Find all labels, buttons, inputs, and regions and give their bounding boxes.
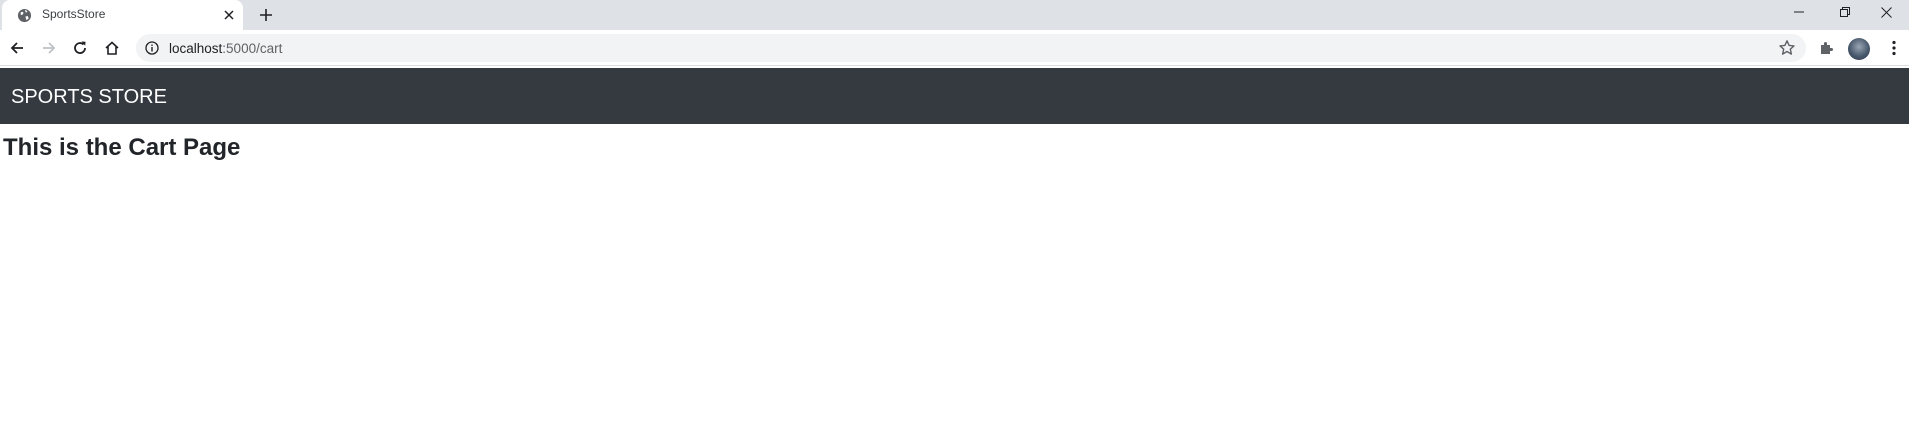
home-button[interactable] (100, 36, 124, 60)
minimize-button[interactable] (1776, 0, 1822, 24)
forward-arrow-icon (43, 42, 56, 54)
restore-button[interactable] (1822, 0, 1868, 24)
home-icon (105, 41, 119, 55)
back-arrow-icon (10, 42, 23, 54)
brand-link[interactable]: SPORTS STORE (11, 85, 167, 109)
forward-button[interactable] (37, 36, 61, 60)
star-icon[interactable] (1778, 39, 1796, 57)
tab-strip: SportsStore (0, 0, 1909, 30)
address-bar[interactable]: localhost:5000/cart (136, 34, 1806, 62)
back-button[interactable] (5, 36, 29, 60)
reload-icon (74, 41, 86, 54)
puzzle-icon[interactable] (1818, 39, 1836, 57)
restore-icon (1840, 7, 1850, 17)
info-icon[interactable] (145, 41, 159, 55)
reload-button[interactable] (68, 36, 92, 60)
close-window-button[interactable] (1863, 0, 1909, 24)
tab-title: SportsStore (42, 7, 106, 21)
url-text[interactable]: localhost:5000/cart (169, 40, 282, 57)
kebab-menu-icon[interactable] (1885, 39, 1903, 57)
browser-tab[interactable]: SportsStore (2, 0, 243, 30)
tab-close-button[interactable] (220, 6, 238, 24)
url-host: localhost (169, 41, 223, 56)
site-navbar: SPORTS STORE (0, 68, 1909, 124)
url-path: :5000/cart (222, 41, 283, 56)
new-tab-button[interactable] (255, 4, 277, 26)
close-icon (1880, 6, 1892, 18)
browser-toolbar: localhost:5000/cart (0, 30, 1909, 66)
avatar[interactable] (1848, 38, 1870, 60)
plus-icon (260, 9, 272, 21)
minimize-icon (1794, 11, 1804, 13)
close-icon (224, 10, 234, 20)
page-heading: This is the Cart Page (3, 134, 241, 161)
globe-icon (17, 8, 32, 23)
